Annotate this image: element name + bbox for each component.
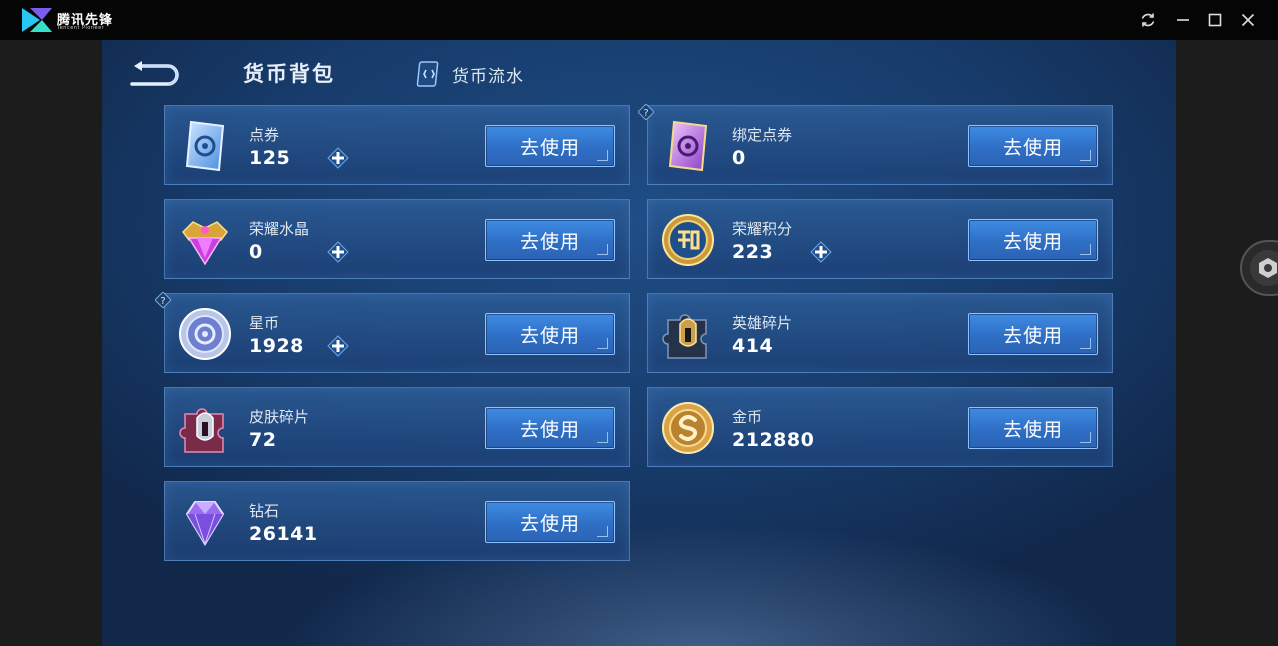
- currency-name: 金币: [732, 408, 763, 426]
- diamond-icon: [185, 501, 225, 546]
- currency-card-xingbi: ? 星币 1928 去使用: [155, 292, 630, 373]
- currency-amount: 212880: [732, 429, 815, 451]
- refresh-button[interactable]: [1138, 10, 1158, 30]
- help-question-icon[interactable]: ?: [155, 292, 171, 308]
- currency-amount: 223: [732, 241, 774, 263]
- help-question-icon[interactable]: ?: [638, 104, 654, 120]
- currency-card-yingxiong: 英雄碎片 414 去使用: [647, 293, 1113, 373]
- use-dianquan-button[interactable]: 去使用: [485, 125, 615, 167]
- use-shuijing-button[interactable]: 去使用: [485, 219, 615, 261]
- maximize-button[interactable]: [1205, 10, 1225, 30]
- currency-card-shuijing: 荣耀水晶 0 去使用: [164, 199, 630, 279]
- app-subtitle: Tencent Pioneer: [57, 25, 105, 31]
- minimize-button[interactable]: [1173, 10, 1193, 30]
- use-jinbi-button[interactable]: 去使用: [968, 407, 1098, 449]
- page-title: 货币背包: [243, 62, 335, 86]
- currency-card-bangding: ? 绑定点券 0 去使用: [638, 104, 1113, 185]
- ticket-card-icon: [185, 120, 225, 172]
- use-bangding-button[interactable]: 去使用: [968, 125, 1098, 167]
- currency-name: 绑定点券: [732, 126, 793, 144]
- refresh-icon: [1141, 13, 1155, 27]
- currency-name: 皮肤碎片: [249, 408, 310, 426]
- currency-card-jinbi: 金币 212880 去使用: [647, 387, 1113, 467]
- currency-name: 星币: [249, 314, 280, 332]
- app-logo-icon: [22, 8, 52, 32]
- ledger-card-icon: [416, 61, 439, 87]
- skin-fragment-icon: [179, 408, 224, 453]
- use-zuanshi-button[interactable]: 去使用: [485, 501, 615, 543]
- currency-name: 荣耀水晶: [249, 220, 310, 238]
- star-coin-icon: [179, 308, 231, 360]
- currency-bag-screen: 货币背包 货币流水 点券 125 去使用 ? 绑定点券 0 去使用 荣耀水晶 0…: [102, 40, 1176, 646]
- svg-text:?: ?: [160, 296, 165, 307]
- left-gutter: [0, 40, 102, 646]
- currency-card-pifu: 皮肤碎片 72 去使用: [164, 387, 630, 467]
- currency-name: 英雄碎片: [732, 314, 793, 332]
- add-shuijing-plus-icon[interactable]: [327, 241, 349, 263]
- tab-currency-flow[interactable]: 货币流水: [416, 60, 524, 88]
- currency-name: 钻石: [249, 502, 280, 520]
- currency-amount: 1928: [249, 335, 304, 357]
- back-arrow-icon: [130, 61, 179, 86]
- close-button[interactable]: [1238, 10, 1258, 30]
- currency-card-dianquan: 点券 125 去使用: [164, 105, 630, 185]
- use-xingbi-button[interactable]: 去使用: [485, 313, 615, 355]
- gold-coin-icon: [662, 402, 714, 454]
- currency-amount: 0: [249, 241, 263, 263]
- currency-name: 点券: [249, 126, 280, 144]
- add-jifen-plus-icon[interactable]: [810, 241, 832, 263]
- currency-amount: 0: [732, 147, 746, 169]
- currency-amount: 26141: [249, 523, 318, 545]
- crystal-icon: [182, 221, 228, 266]
- hero-fragment-icon: [662, 314, 707, 359]
- currency-card-jifen: 荣耀积分 223 去使用: [647, 199, 1113, 279]
- bound-ticket-card-icon: [668, 120, 708, 172]
- maximize-icon: [1208, 13, 1222, 27]
- close-icon: [1241, 13, 1255, 27]
- points-coin-icon: [662, 214, 714, 266]
- back-button[interactable]: [128, 58, 184, 88]
- currency-amount: 414: [732, 335, 774, 357]
- add-xingbi-plus-icon[interactable]: [327, 335, 349, 357]
- svg-text:?: ?: [643, 108, 648, 119]
- use-yingxiong-button[interactable]: 去使用: [968, 313, 1098, 355]
- use-jifen-button[interactable]: 去使用: [968, 219, 1098, 261]
- window-titlebar: 腾讯先锋 Tencent Pioneer: [0, 0, 1278, 40]
- tab-currency-flow-label: 货币流水: [452, 66, 524, 87]
- right-gutter: [1176, 40, 1278, 646]
- currency-card-zuanshi: 钻石 26141 去使用: [164, 481, 630, 561]
- currency-name: 荣耀积分: [732, 220, 793, 238]
- add-dianquan-plus-icon[interactable]: [327, 147, 349, 169]
- minimize-icon: [1177, 19, 1189, 21]
- use-pifu-button[interactable]: 去使用: [485, 407, 615, 449]
- currency-amount: 72: [249, 429, 277, 451]
- hexagon-icon: [1259, 258, 1277, 278]
- currency-amount: 125: [249, 147, 291, 169]
